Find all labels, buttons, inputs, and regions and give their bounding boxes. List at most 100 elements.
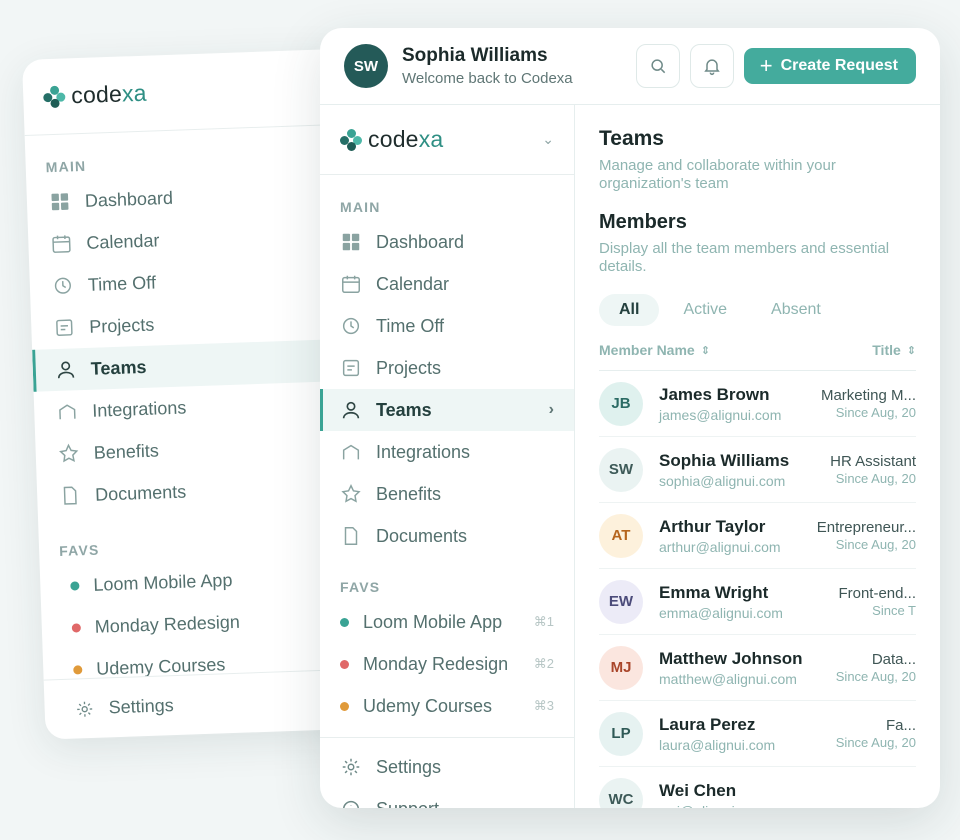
sidebar-item-settings[interactable]: Settings bbox=[320, 746, 574, 788]
sidebar-item-teams[interactable]: Teams › bbox=[320, 389, 574, 431]
member-info: Sophia Williams sophia@alignui.com bbox=[659, 451, 806, 489]
member-title: Data... bbox=[871, 651, 916, 668]
member-filter-tabs: All Active Absent bbox=[599, 294, 916, 326]
sidebar-item-calendar[interactable]: Calendar bbox=[320, 263, 574, 305]
member-title: Marketing M... bbox=[820, 387, 916, 404]
column-title[interactable]: Title ⇕ bbox=[872, 342, 916, 358]
back-settings-label: Settings bbox=[108, 695, 175, 718]
member-email: sophia@alignui.com bbox=[659, 472, 786, 489]
member-title: Front-end... bbox=[838, 585, 916, 602]
sort-icon: ⇕ bbox=[906, 344, 916, 357]
keyboard-shortcut: ⌘3 bbox=[533, 698, 554, 713]
status-dot-icon bbox=[340, 701, 349, 711]
codexa-logo-icon bbox=[43, 85, 66, 108]
table-row[interactable]: LP Laura Perez laura@alignui.com Fa... Since… bbox=[599, 701, 916, 767]
member-since: Since Aug, 20 bbox=[835, 537, 916, 552]
members-subtitle: Display all the team members and essenti… bbox=[599, 240, 890, 275]
logo-text-right: xa bbox=[121, 79, 148, 107]
support-icon bbox=[342, 800, 360, 808]
member-since: Since Aug, 20 bbox=[835, 669, 916, 684]
sidebar-item-documents[interactable]: Documents bbox=[320, 515, 574, 557]
codexa-logo: codexa bbox=[340, 126, 443, 153]
table-row[interactable]: WC Wei Chen wei@alignui.com bbox=[599, 767, 916, 808]
app-window: SW Sophia Williams Welcome back to Codex… bbox=[320, 28, 940, 808]
status-dot-icon bbox=[73, 664, 83, 675]
member-title-cell bbox=[806, 799, 916, 800]
support-label: Support bbox=[376, 799, 439, 809]
avatar: EW bbox=[599, 579, 643, 624]
avatar: SW bbox=[599, 447, 643, 492]
sidebar-item-label: Time Off bbox=[87, 271, 157, 295]
member-title-cell: Front-end... Since T bbox=[806, 585, 916, 618]
status-dot-icon bbox=[70, 580, 80, 591]
member-name: James Brown bbox=[659, 384, 770, 404]
clock-icon bbox=[340, 315, 362, 337]
sidebar-item-projects[interactable]: Projects bbox=[320, 347, 574, 389]
sidebar-item-support[interactable]: Support bbox=[320, 788, 574, 808]
star-icon bbox=[340, 483, 362, 505]
table-row[interactable]: JB James Brown james@alignui.com Marketing … bbox=[599, 371, 916, 437]
bell-icon bbox=[704, 59, 720, 76]
fav-item-udemy-courses[interactable]: Udemy Courses ⌘3 bbox=[320, 685, 574, 727]
member-title: Fa... bbox=[885, 717, 916, 734]
user-avatar[interactable]: SW bbox=[344, 44, 388, 88]
welcome-text: Welcome back to Codexa bbox=[402, 70, 573, 87]
table-row[interactable]: EW Emma Wright emma@alignui.com Front-end..… bbox=[599, 569, 916, 635]
member-info: Laura Perez laura@alignui.com bbox=[659, 715, 806, 753]
notifications-button[interactable] bbox=[689, 44, 734, 88]
tab-all[interactable]: All bbox=[599, 294, 660, 326]
logo-text-left: code bbox=[70, 80, 123, 109]
member-name: Arthur Taylor bbox=[659, 516, 766, 536]
codexa-logo[interactable]: codexa bbox=[43, 80, 147, 111]
keyboard-shortcut: ⌘2 bbox=[533, 656, 554, 671]
member-name: Wei Chen bbox=[659, 780, 737, 800]
projects-icon bbox=[340, 357, 362, 379]
search-button[interactable] bbox=[635, 44, 680, 88]
sidebar-item-benefits[interactable]: Benefits bbox=[320, 473, 574, 515]
table-row[interactable]: SW Sophia Williams sophia@alignui.com HR As… bbox=[599, 437, 916, 503]
create-request-button[interactable]: + Create Request bbox=[743, 48, 916, 84]
document-icon bbox=[340, 525, 362, 547]
back-logo-row: codexa bbox=[22, 48, 355, 136]
avatar: WC bbox=[599, 777, 643, 808]
sidebar-item-dashboard[interactable]: Dashboard bbox=[320, 221, 574, 263]
member-info: Wei Chen wei@alignui.com bbox=[659, 781, 806, 809]
table-row[interactable]: MJ Matthew Johnson matthew@alignui.com Data… bbox=[599, 635, 916, 701]
sidebar-item-label: Benefits bbox=[93, 439, 160, 463]
settings-icon bbox=[342, 758, 360, 776]
user-name: Sophia Williams bbox=[402, 45, 548, 66]
calendar-icon bbox=[340, 273, 362, 295]
logo-text-left: code bbox=[368, 126, 419, 152]
members-title: Members bbox=[599, 211, 687, 233]
create-request-label: Create Request bbox=[780, 57, 898, 74]
workspace-switcher[interactable]: codexa ⌄ bbox=[320, 105, 574, 175]
column-member-name[interactable]: Member Name ⇕ bbox=[599, 342, 710, 358]
member-email: wei@alignui.com bbox=[659, 803, 806, 809]
sidebar-item-label: Documents bbox=[376, 525, 468, 546]
tab-active[interactable]: Active bbox=[663, 294, 747, 326]
favs-section-label: FAVS bbox=[340, 579, 381, 595]
fav-item-label: Monday Redesign bbox=[94, 611, 241, 637]
sidebar-item-time-off[interactable]: Time Off bbox=[320, 305, 574, 347]
table-row[interactable]: AT Arthur Taylor arthur@alignui.com Entrepr… bbox=[599, 503, 916, 569]
fav-item-loom-mobile-app[interactable]: Loom Mobile App ⌘1 bbox=[320, 601, 574, 643]
page-subtitle: Manage and collaborate within your organ… bbox=[599, 157, 836, 192]
fav-item-label: Udemy Courses bbox=[363, 695, 493, 716]
sidebar-item-label: Projects bbox=[88, 314, 155, 337]
status-dot-icon bbox=[340, 617, 349, 627]
member-title: Entrepreneur... bbox=[816, 519, 916, 536]
member-title-cell: Data... Since Aug, 20 bbox=[806, 651, 916, 684]
member-info: Matthew Johnson matthew@alignui.com bbox=[659, 649, 806, 687]
sidebar-item-label: Dashboard bbox=[84, 187, 174, 211]
member-email: laura@alignui.com bbox=[659, 736, 776, 753]
member-info: Emma Wright emma@alignui.com bbox=[659, 583, 806, 621]
tab-absent[interactable]: Absent bbox=[751, 294, 841, 326]
page-title: Teams bbox=[599, 127, 664, 150]
member-name: Emma Wright bbox=[659, 582, 769, 602]
member-info: Arthur Taylor arthur@alignui.com bbox=[659, 517, 806, 555]
search-icon bbox=[651, 59, 665, 74]
user-icon bbox=[340, 399, 362, 421]
main-section-label: MAIN bbox=[340, 199, 381, 215]
sidebar-item-integrations[interactable]: Integrations bbox=[320, 431, 574, 473]
fav-item-monday-redesign[interactable]: Monday Redesign ⌘2 bbox=[320, 643, 574, 685]
